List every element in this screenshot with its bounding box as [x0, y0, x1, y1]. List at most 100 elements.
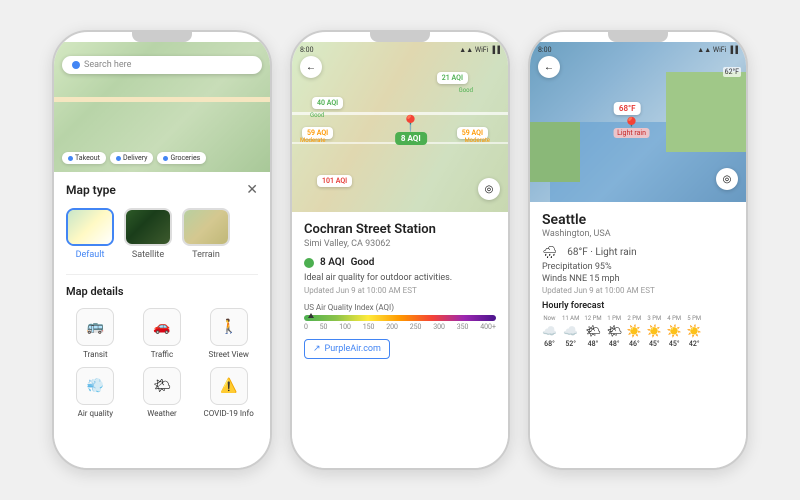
default-thumbnail — [66, 208, 114, 246]
streetview-label: Street View — [208, 350, 248, 359]
traffic-icon: 🚗 — [143, 308, 181, 346]
map-type-panel: Map type ✕ Default Satellite — [54, 172, 270, 468]
map-screenshot: Search here Takeout Delivery Groceries — [54, 42, 270, 172]
map-chips: Takeout Delivery Groceries — [62, 152, 206, 164]
phone-air-quality: 8:00 ▲▲ WiFi ▐▐ ← ◎ 21 AQI Good 40 AQI G… — [290, 30, 510, 470]
map-pin: 📍 — [401, 114, 421, 133]
phone-notch3 — [608, 32, 668, 42]
map-road-horizontal — [54, 97, 270, 102]
divider — [66, 274, 258, 275]
rain-icon: 🌧 — [542, 245, 557, 259]
details-grid: 🚌 Transit 🚗 Traffic 🚶 Street View 💨 Air … — [66, 308, 258, 418]
detail-streetview[interactable]: 🚶 Street View — [199, 308, 258, 359]
weather-panel: Seattle Washington, USA 🌧 68°F · Light r… — [530, 202, 746, 468]
map3-screenshot: 8:00 ▲▲ WiFi ▐▐ ← ◎ 68°F 62°F 📍 Light ra… — [530, 42, 746, 202]
light-rain-badge: Light rain — [613, 128, 650, 138]
chip-dot3 — [163, 156, 168, 161]
weather-temp-badge: 68°F — [614, 102, 641, 115]
purpleair-label: PurpleAir.com — [325, 344, 381, 354]
aqi-pin — [308, 313, 314, 318]
map3-statusbar: 8:00 ▲▲ WiFi ▐▐ — [538, 46, 738, 54]
satellite-thumbnail — [124, 208, 172, 246]
covid-icon: ⚠️ — [210, 367, 248, 405]
traffic-label: Traffic — [151, 350, 173, 359]
weather-winds: Winds NNE 15 mph — [542, 274, 734, 284]
terrain-label: Terrain — [192, 250, 220, 260]
detail-transit[interactable]: 🚌 Transit — [66, 308, 125, 359]
chip-delivery[interactable]: Delivery — [110, 152, 154, 164]
google-logo — [72, 61, 80, 69]
aqi-quality: Good — [351, 257, 375, 268]
external-link-icon: ↗ — [313, 344, 321, 354]
details-title: Map details — [66, 285, 258, 298]
temp-labels: 62°F — [723, 67, 741, 77]
hourly-item-0: Now ☁️ 68° — [542, 315, 557, 348]
detail-traffic[interactable]: 🚗 Traffic — [133, 308, 192, 359]
back-button[interactable]: ← — [300, 56, 322, 78]
hourly-item-3: 1 PM 🌤 48° — [607, 315, 622, 348]
airquality-label: Air quality — [78, 409, 113, 418]
hourly-item-7: 5 PM ☀️ 42° — [687, 315, 702, 348]
map3-land1 — [530, 122, 580, 182]
map-type-default[interactable]: Default — [66, 208, 114, 260]
panel-header: Map type ✕ — [66, 182, 258, 198]
satellite-thumb-bg — [126, 210, 170, 244]
hourly-item-5: 3 PM ☀️ 45° — [647, 315, 662, 348]
purpleair-link[interactable]: ↗ PurpleAir.com — [304, 339, 390, 359]
weather-icon: 🌤 — [143, 367, 181, 405]
hourly-label: Hourly forecast — [542, 301, 734, 311]
phone3-content: 8:00 ▲▲ WiFi ▐▐ ← ◎ 68°F 62°F 📍 Light ra… — [530, 42, 746, 468]
map-searchbar[interactable]: Search here — [62, 56, 262, 74]
aqi-badge-8: 8 AQI — [395, 132, 427, 145]
search-placeholder: Search here — [84, 60, 131, 70]
weather-label: Weather — [147, 409, 177, 418]
phone-map-type: Search here Takeout Delivery Groceries — [52, 30, 272, 470]
phone-notch — [132, 32, 192, 42]
state-name: Washington, USA — [542, 229, 734, 239]
aqi-badge-21: 21 AQI — [437, 72, 468, 84]
location-info-panel: Cochran Street Station Simi Valley, CA 9… — [292, 212, 508, 468]
hourly-item-1: 11 AM ☁️ 52° — [562, 315, 579, 348]
chip-groceries[interactable]: Groceries — [157, 152, 206, 164]
aqi-bar-section: US Air Quality Index (AQI) 0 50 100 150 … — [304, 303, 496, 331]
compass-icon[interactable]: ◎ — [478, 178, 500, 200]
close-icon[interactable]: ✕ — [246, 182, 258, 198]
default-label: Default — [76, 250, 105, 260]
detail-covid[interactable]: ⚠️ COVID-19 Info — [199, 367, 258, 418]
phone2-content: 8:00 ▲▲ WiFi ▐▐ ← ◎ 21 AQI Good 40 AQI G… — [292, 42, 508, 468]
temp-label-62: 62°F — [723, 67, 741, 77]
aqi-numbers: 0 50 100 150 200 250 300 350 400+ — [304, 323, 496, 331]
detail-weather[interactable]: 🌤 Weather — [133, 367, 192, 418]
aqi-row: 8 AQI Good — [304, 257, 496, 268]
map-type-terrain[interactable]: Terrain — [182, 208, 230, 260]
detail-airquality[interactable]: 💨 Air quality — [66, 367, 125, 418]
aqi-value: 8 AQI — [320, 257, 345, 268]
aqi-gradient-bar — [304, 315, 496, 321]
weather-updated: Updated Jun 9 at 10:00 AM EST — [542, 286, 734, 295]
hourly-item-4: 2 PM ☀️ 46° — [627, 315, 642, 348]
aqi-description: Ideal air quality for outdoor activities… — [304, 273, 496, 283]
map3-land2 — [666, 72, 746, 152]
location-name: Cochran Street Station — [304, 222, 496, 237]
aqi-label-good2: Good — [310, 112, 324, 119]
terrain-thumb-bg — [184, 210, 228, 244]
map-type-satellite[interactable]: Satellite — [124, 208, 172, 260]
chip-takeout[interactable]: Takeout — [62, 152, 106, 164]
location-address: Simi Valley, CA 93062 — [304, 239, 496, 249]
aqi-badge-40: 40 AQI — [312, 97, 343, 109]
phone-notch2 — [370, 32, 430, 42]
back-button-weather[interactable]: ← — [538, 56, 560, 78]
compass-icon-weather[interactable]: ◎ — [716, 168, 738, 190]
map2-statusbar: 8:00 ▲▲ WiFi ▐▐ — [300, 46, 500, 54]
weather-condition: 68°F · Light rain — [567, 247, 636, 258]
phone-weather: 8:00 ▲▲ WiFi ▐▐ ← ◎ 68°F 62°F 📍 Light ra… — [528, 30, 748, 470]
covid-label: COVID-19 Info — [204, 409, 254, 418]
satellite-label: Satellite — [132, 250, 164, 260]
aqi-label-mod2: Moderate — [464, 137, 490, 144]
airquality-icon: 💨 — [76, 367, 114, 405]
aqi-label-mod1: Moderate — [300, 137, 326, 144]
terrain-thumbnail — [182, 208, 230, 246]
transit-label: Transit — [83, 350, 108, 359]
aqi-updated: Updated Jun 9 at 10:00 AM EST — [304, 286, 496, 295]
aqi-bar-label: US Air Quality Index (AQI) — [304, 303, 496, 312]
